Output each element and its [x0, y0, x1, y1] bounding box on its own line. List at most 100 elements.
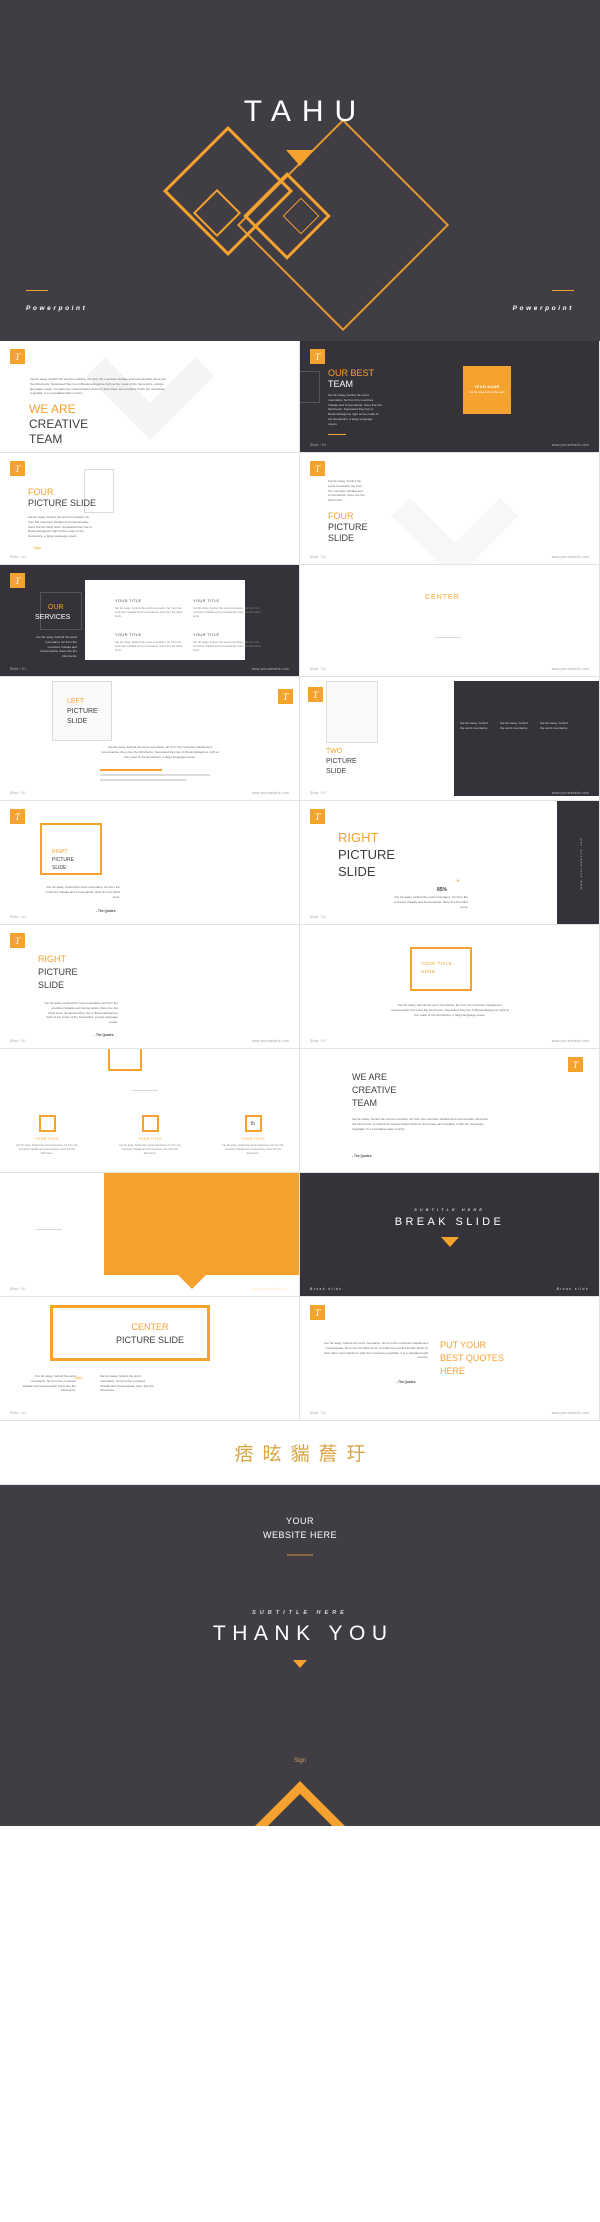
service-quadrant-3[interactable]: YOUR TITLE Far far away, behind the word… — [115, 632, 187, 653]
slide-heading-line2: PICTURE — [326, 758, 357, 765]
icon-item-3[interactable]: fb YOUR TITLE Far far away, behind the w… — [222, 1115, 284, 1156]
service-quadrant-2[interactable]: YOUR TITLE Far far away, behind the word… — [193, 598, 265, 619]
percent-value: 85% — [437, 887, 448, 893]
slide-icons-row[interactable]: YOUR TITLE Far far away, behind the word… — [0, 1049, 300, 1173]
quadrant-title: YOUR TITLE — [193, 632, 220, 637]
picture-placeholder[interactable] — [40, 823, 102, 875]
dark-panel — [454, 681, 599, 796]
slide-body-text: Far far away, behind the word mountains,… — [101, 745, 219, 759]
slide-best-quotes[interactable]: T PUT YOUR BEST QUOTES HERE Far far away… — [300, 1297, 600, 1421]
slide-number: Slide / 01 — [310, 791, 327, 795]
icon-title: YOUR TITLE — [137, 1137, 163, 1141]
slide-heading-line2: PICTURE SLIDE — [115, 1335, 184, 1345]
hero-label-right: Powerpoint — [512, 305, 574, 312]
slide-center[interactable]: CENTER Slide / 01 www.yourwebsite.com — [300, 565, 600, 677]
icon-item-1[interactable]: YOUR TITLE Far far away, behind the word… — [16, 1115, 78, 1156]
logo-badge: T — [310, 1305, 325, 1320]
slide-heading-line3: SLIDE — [328, 533, 355, 543]
slide-our-services[interactable]: T OUR SERVICES Far far away, behind the … — [0, 565, 300, 677]
slide-website: www.yourwebsite.com — [251, 667, 289, 671]
slide-footer: Slide / 01 — [10, 1411, 289, 1415]
slide-body-text: Far far away, behind the word mountains,… — [36, 635, 77, 659]
slide-body-text: Far far away, behind the word mountains,… — [30, 377, 167, 396]
break-subtitle: SUBTITLE HERE — [414, 1207, 485, 1212]
slide-body-text: Far far away, behind the word mountains,… — [22, 1374, 76, 1393]
plus-icon: + — [456, 878, 461, 885]
slide-heading-line1: TWO — [326, 748, 343, 755]
decor-outline-box — [300, 371, 320, 403]
slide-heading-line1: CENTER — [425, 594, 460, 601]
service-quadrant-1[interactable]: YOUR TITLE Far far away, behind the word… — [115, 598, 187, 619]
team-name-tile[interactable]: TEAM NAME Far far away, behind the word — [463, 366, 511, 414]
quadrant-body: Far far away, behind the word mountains,… — [115, 606, 183, 619]
slide-heading-line1: RIGHT — [52, 849, 68, 855]
icon-item-2[interactable]: YOUR TITLE Far far away, behind the word… — [119, 1115, 181, 1156]
chevron-down-icon — [440, 1237, 459, 1247]
slide-number: Slide / 01 — [10, 915, 27, 919]
slide-heading-line3: SLIDE — [338, 864, 376, 879]
chevron-watermark-icon — [391, 453, 520, 564]
slide-right-picture-big[interactable]: T RIGHT PICTURE SLIDE + 85% Far far away… — [300, 801, 600, 925]
slide-we-are-creative-team[interactable]: T Far far away, behind the word mountain… — [0, 341, 300, 453]
icon-title: YOUR TITLE — [34, 1137, 60, 1141]
hero-title-slide: TAHU Powerpoint Powerpoint — [0, 0, 600, 341]
slide-left-picture[interactable]: T LEFT PICTURE SLIDE Far far away, behin… — [0, 677, 300, 801]
slide-body-text: Far far away, behind the word mountains,… — [328, 479, 365, 503]
slide-break[interactable]: SUBTITLE HERE BREAK SLIDE Break slide Br… — [300, 1173, 600, 1297]
template-preview-page: TAHU Powerpoint Powerpoint T Far far awa… — [0, 0, 600, 1826]
slide-your-title-box[interactable]: YOUR TITLE HERE Far far away, behind the… — [300, 925, 600, 1049]
slide-heading-line3: HERE — [440, 1366, 466, 1376]
slide-two-picture[interactable]: T TWO PICTURE SLIDE Far far away, behind… — [300, 677, 600, 801]
slide-heading-line2: PICTURE — [67, 708, 98, 715]
chevron-up-icon — [208, 1781, 392, 1826]
quadrant-body: Far far away, behind the word mountains,… — [193, 606, 261, 619]
slide-center-picture[interactable]: CENTER PICTURE SLIDE Far far away, behin… — [0, 1297, 300, 1421]
slide-body-text: Far far away, behind the word mountains,… — [100, 1374, 154, 1393]
slide-heading-line3: TEAM — [29, 432, 63, 446]
slide-footer: Slide / 01 www.yourwebsite.com — [10, 1039, 289, 1043]
slide-footer: Slide / 01 www.yourwebsite.com — [10, 1287, 289, 1291]
picture-placeholder[interactable] — [410, 947, 472, 991]
picture-placeholder[interactable] — [108, 1049, 142, 1071]
slide-heading-line2: CREATIVE — [352, 1085, 397, 1095]
slide-our-best-team[interactable]: T OUR BEST TEAM Far far away, behind the… — [300, 341, 600, 453]
slide-heading-line1: RIGHT — [38, 954, 66, 964]
slide-right-picture-3[interactable]: T RIGHT PICTURE SLIDE Far far away, behi… — [0, 925, 300, 1049]
slide-we-are-creative-team-2[interactable]: T WE ARE CREATIVE TEAM Far far away, beh… — [300, 1049, 600, 1173]
quadrant-body: Far far away, behind the word mountains,… — [193, 640, 261, 653]
slides-grid: T Far far away, behind the word mountain… — [0, 341, 600, 1421]
slide-footer: Slide / 01 www.yourwebsite.com — [310, 555, 589, 559]
slide-four-picture-b[interactable]: T Far far away, behind the word mountain… — [300, 453, 600, 565]
slide-number: Slide / 01 — [310, 555, 327, 559]
square-icon — [38, 1115, 56, 1132]
slide-body-text: Far far away, behind the word mountains,… — [391, 1003, 509, 1017]
services-panel: YOUR TITLE Far far away, behind the word… — [85, 580, 260, 660]
facebook-icon: fb — [244, 1115, 262, 1132]
break-content: SUBTITLE HERE BREAK SLIDE — [300, 1173, 599, 1247]
slide-heading-line2: PICTURE — [338, 847, 396, 862]
outro-sign-label: Sign — [293, 1758, 306, 1764]
picture-placeholder[interactable] — [326, 681, 378, 743]
slide-body-text: Far far away, behind the word mountains,… — [45, 885, 120, 899]
slide-body-text: Far far away, behind the word mountains,… — [328, 393, 382, 426]
slide-heading-line2: PICTURE — [52, 857, 74, 863]
slide-heading-line3: TEAM — [352, 1098, 378, 1108]
hero-title: TAHU — [243, 95, 368, 128]
logo-badge: T — [278, 689, 293, 704]
slide-body-text: Far far away, behind the word mountains. — [500, 721, 528, 730]
slide-website: www.yourwebsite.com — [551, 1411, 589, 1415]
logo-badge: T — [10, 933, 25, 948]
service-quadrant-4[interactable]: YOUR TITLE Far far away, behind the word… — [193, 632, 265, 653]
slide-four-picture-a[interactable]: T FOUR PICTURE SLIDE Far far away, behin… — [0, 453, 300, 565]
dark-sidebar — [557, 801, 599, 924]
logo-badge: T — [10, 349, 25, 364]
slide-orange-block[interactable]: Slide / 01 www.yourwebsite.com — [0, 1173, 300, 1297]
slide-footer: Slide / 01 — [310, 915, 551, 919]
logo-badge: T — [310, 809, 325, 824]
slide-website: www.yourwebsite.com — [251, 791, 289, 795]
quadrant-title: YOUR TITLE — [115, 632, 142, 637]
slide-right-picture-small[interactable]: T RIGHT PICTURE SLIDE Far far away, behi… — [0, 801, 300, 925]
slide-body-text: Far far away, behind the word mountains,… — [393, 895, 468, 909]
outro-title: THANK YOU — [212, 1621, 394, 1645]
outro-website-line1: YOUR — [285, 1516, 314, 1526]
